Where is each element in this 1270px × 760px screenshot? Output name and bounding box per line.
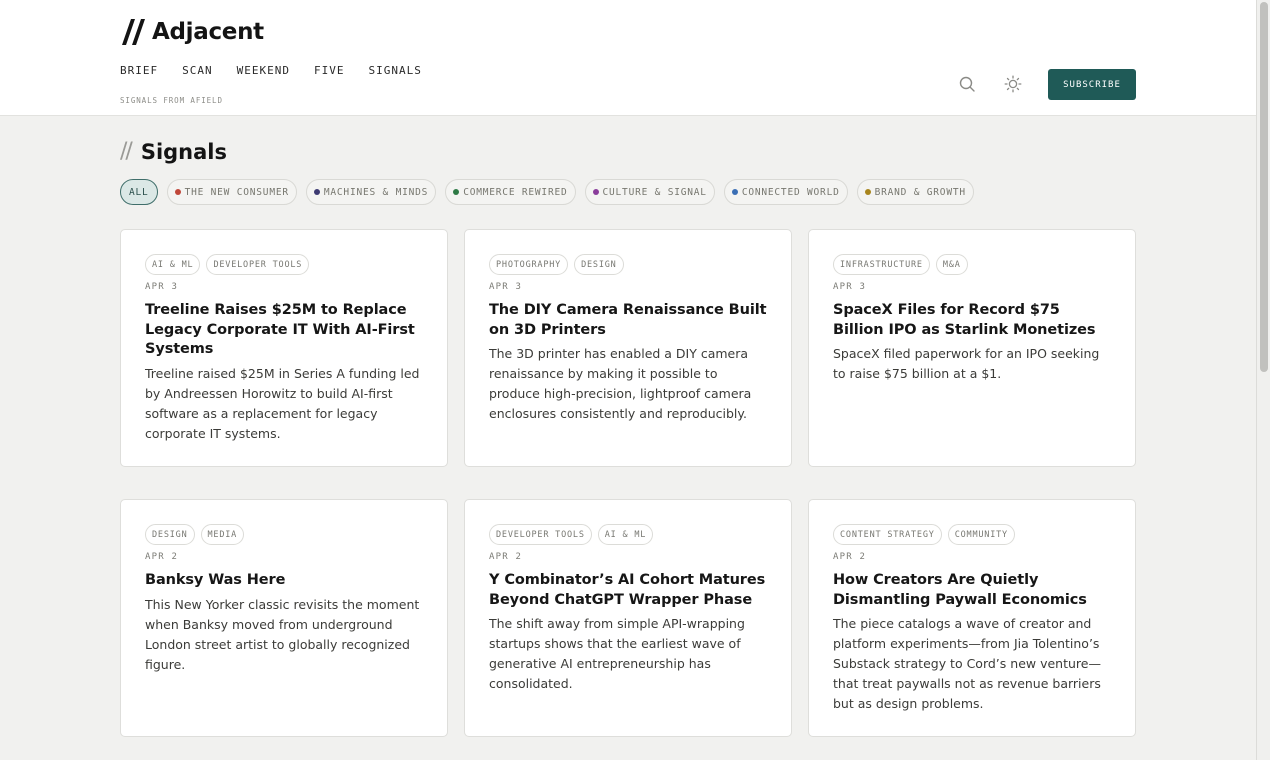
card-summary: The piece catalogs a wave of creator and…: [833, 616, 1101, 711]
category-dot-icon: [592, 189, 599, 195]
section-header: // Signals: [120, 139, 227, 164]
nav-item-weekend[interactable]: WEEKEND: [237, 64, 290, 77]
card-tag[interactable]: DESIGN: [145, 524, 195, 545]
card-tags: DEVELOPER TOOLS AI & ML: [489, 524, 767, 546]
card-date: APR 2: [833, 552, 867, 562]
filter-chip-label: ALL: [129, 186, 149, 198]
card-title[interactable]: Y Combinator’s AI Cohort Matures Beyond …: [489, 571, 767, 610]
site-logo[interactable]: Adjacent: [120, 15, 264, 49]
signal-card[interactable]: PHOTOGRAPHY DESIGN APR 3 The DIY Camera Ren…: [464, 229, 792, 467]
card-tag[interactable]: DESIGN: [574, 254, 624, 275]
card-tags: PHOTOGRAPHY DESIGN: [489, 254, 767, 276]
category-dot-icon: [864, 189, 871, 195]
signal-card[interactable]: DEVELOPER TOOLS AI & ML APR 2 Y Combinator’…: [464, 499, 792, 737]
signal-card[interactable]: INFRASTRUCTURE M&A APR 3 SpaceX Files for R…: [808, 229, 1136, 467]
card-date: APR 2: [489, 552, 523, 562]
nav-item-signals[interactable]: SIGNALS: [368, 64, 421, 77]
card-title[interactable]: Banksy Was Here: [145, 571, 423, 591]
logo-mark-icon: [122, 19, 145, 45]
signal-card[interactable]: CONTENT STRATEGY COMMUNITY APR 2 How Creato…: [808, 499, 1136, 737]
card-date: APR 3: [833, 282, 867, 292]
subscribe-button[interactable]: SUBSCRIBE: [1048, 69, 1136, 100]
nav-item-five[interactable]: FIVE: [314, 64, 345, 77]
signal-card[interactable]: DESIGN MEDIA APR 2 Banksy Was Here This New …: [120, 499, 448, 737]
card-tag[interactable]: M&A: [935, 254, 968, 275]
card-tags: AI & ML DEVELOPER TOOLS: [145, 254, 423, 276]
filter-chip-machines-minds[interactable]: MACHINES & MINDS: [305, 179, 437, 205]
filter-chip-the-new-consumer[interactable]: THE NEW CONSUMER: [166, 179, 297, 205]
card-summary: SpaceX filed paperwork for an IPO seekin…: [833, 346, 1100, 381]
card-tag[interactable]: AI & ML: [597, 524, 654, 545]
card-date: APR 3: [489, 282, 523, 292]
brand-name: Adjacent: [152, 19, 264, 45]
section-slashes: //: [120, 139, 133, 164]
card-summary: Treeline raised $25M in Series A funding…: [145, 365, 420, 441]
signal-card[interactable]: AI & ML DEVELOPER TOOLS APR 3 Treeline Rais…: [120, 229, 448, 467]
card-date: APR 2: [145, 552, 179, 562]
site-header: Adjacent BRIEF SCAN WEEKEND FIVE SIGNALS…: [0, 0, 1256, 116]
filter-chip-label: COMMERCE REWIRED: [463, 186, 568, 198]
filter-chip-brand-growth[interactable]: BRAND & GROWTH: [856, 179, 974, 205]
card-date: APR 3: [145, 282, 179, 292]
nav-item-scan[interactable]: SCAN: [182, 64, 213, 77]
card-tag[interactable]: MEDIA: [200, 524, 245, 545]
card-tag[interactable]: DEVELOPER TOOLS: [206, 254, 310, 275]
card-summary: This New Yorker classic revisits the mom…: [145, 596, 420, 672]
card-tags: CONTENT STRATEGY COMMUNITY: [833, 524, 1111, 546]
category-dot-icon: [453, 189, 460, 195]
filter-chip-label: BRAND & GROWTH: [874, 186, 966, 198]
card-title[interactable]: Treeline Raises $25M to Replace Legacy C…: [145, 301, 423, 360]
card-title[interactable]: How Creators Are Quietly Dismantling Pay…: [833, 571, 1111, 610]
card-tags: DESIGN MEDIA: [145, 524, 423, 546]
page-scrollbar[interactable]: [1256, 0, 1270, 760]
card-tag[interactable]: DEVELOPER TOOLS: [489, 524, 592, 545]
main-nav: BRIEF SCAN WEEKEND FIVE SIGNALS: [120, 64, 422, 77]
filter-chip-all[interactable]: ALL: [120, 179, 158, 205]
category-dot-icon: [174, 189, 181, 195]
sun-icon[interactable]: [1003, 74, 1023, 94]
card-tag[interactable]: INFRASTRUCTURE: [833, 254, 930, 275]
nav-item-brief[interactable]: BRIEF: [120, 64, 158, 77]
scrollbar-thumb[interactable]: [1260, 2, 1268, 372]
filter-chip-label: CONNECTED WORLD: [741, 186, 840, 198]
category-dot-icon: [731, 189, 738, 195]
card-title[interactable]: The DIY Camera Renaissance Built on 3D P…: [489, 301, 767, 340]
card-summary: The 3D printer has enabled a DIY camera …: [489, 346, 752, 421]
card-summary: The shift away from simple API-wrapping …: [489, 616, 745, 691]
card-tag[interactable]: PHOTOGRAPHY: [489, 254, 569, 275]
filter-chip-commerce-rewired[interactable]: COMMERCE REWIRED: [445, 179, 576, 205]
filter-chip-culture-signal[interactable]: CULTURE & SIGNAL: [584, 179, 715, 205]
filter-chip-label: MACHINES & MINDS: [323, 186, 429, 198]
page-title: Signals: [140, 139, 228, 164]
card-tag[interactable]: COMMUNITY: [947, 524, 1015, 545]
filter-chip-label: THE NEW CONSUMER: [184, 186, 289, 198]
filter-chips: ALL THE NEW CONSUMER MACHINES & MINDS COMME…: [120, 179, 974, 205]
card-tag[interactable]: AI & ML: [145, 254, 201, 275]
search-icon[interactable]: [957, 74, 977, 94]
card-title[interactable]: SpaceX Files for Record $75 Billion IPO …: [833, 301, 1111, 340]
card-tag[interactable]: CONTENT STRATEGY: [833, 524, 942, 545]
tagline: SIGNALS FROM AFIELD: [120, 96, 223, 105]
filter-chip-connected-world[interactable]: CONNECTED WORLD: [723, 179, 848, 205]
category-dot-icon: [313, 189, 320, 195]
card-tags: INFRASTRUCTURE M&A: [833, 254, 1111, 276]
filter-chip-label: CULTURE & SIGNAL: [602, 186, 707, 198]
